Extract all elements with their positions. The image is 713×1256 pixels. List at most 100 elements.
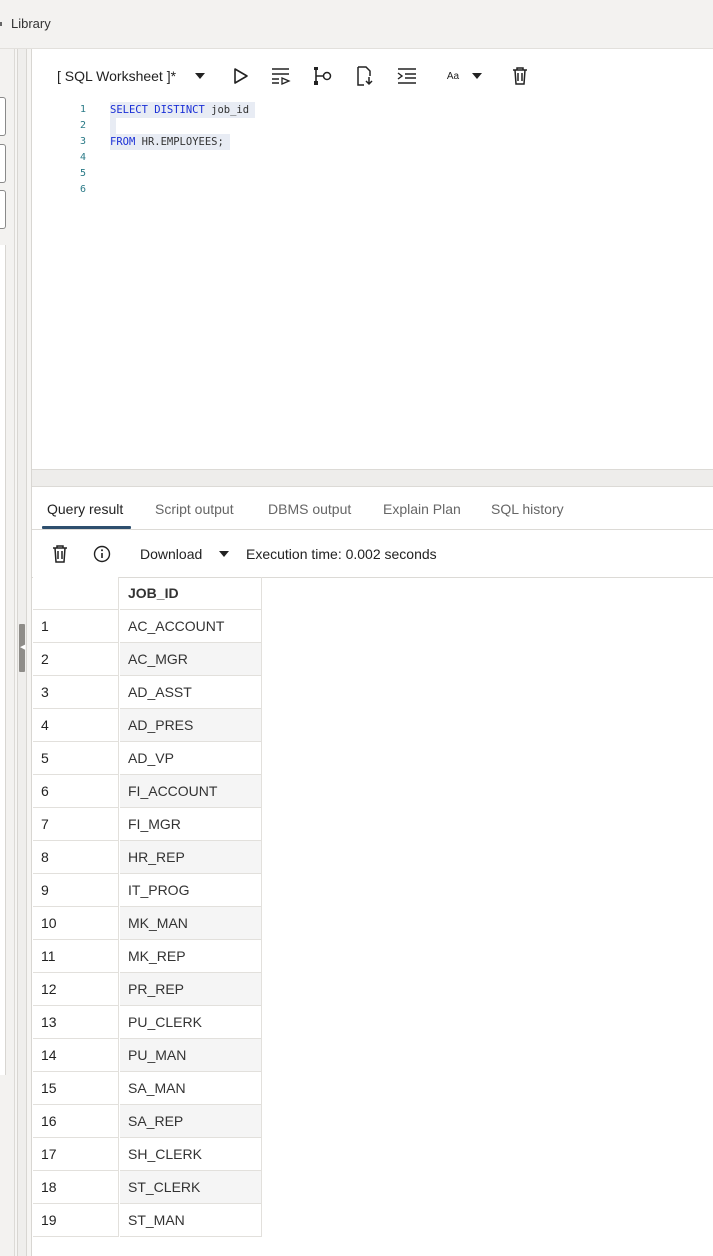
code-line-1: SELECT DISTINCT job_id — [110, 102, 256, 118]
navigator-field-2[interactable] — [0, 144, 6, 183]
column-header-job-id[interactable]: JOB_ID — [120, 577, 262, 610]
job-id-cell[interactable]: FI_MGR — [120, 808, 262, 841]
job-id-cell[interactable]: PR_REP — [120, 973, 262, 1006]
output-tabs: Query result Script output DBMS output E… — [32, 489, 713, 530]
tab-dbms-output[interactable]: DBMS output — [268, 501, 351, 517]
code-line-3: FROM HR.EMPLOYEES; — [110, 134, 230, 150]
line-number: 5 — [79, 168, 86, 179]
worksheet-main: [ SQL Worksheet ]* Aa 1 2 3 4 5 6 SELECT… — [31, 49, 713, 1256]
run-script-icon[interactable] — [270, 65, 292, 87]
line-number: 3 — [79, 136, 86, 147]
table-row[interactable]: 5 AD_VP — [33, 742, 262, 775]
dropdown-caret-icon[interactable] — [189, 65, 211, 87]
row-number: 14 — [33, 1039, 119, 1072]
line-number: 4 — [79, 152, 86, 163]
row-number: 11 — [33, 940, 119, 973]
horizontal-splitter[interactable] — [32, 469, 713, 487]
row-number: 19 — [33, 1204, 119, 1237]
table-row[interactable]: 3 AD_ASST — [33, 676, 262, 709]
vertical-splitter[interactable]: ◀ — [17, 49, 27, 1256]
job-id-cell[interactable]: SA_REP — [120, 1105, 262, 1138]
job-id-cell[interactable]: FI_ACCOUNT — [120, 775, 262, 808]
table-row[interactable]: 6 FI_ACCOUNT — [33, 775, 262, 808]
job-id-cell[interactable]: AD_ASST — [120, 676, 262, 709]
download-button[interactable]: Download — [140, 546, 202, 562]
row-number: 10 — [33, 907, 119, 940]
table-row[interactable]: 9 IT_PROG — [33, 874, 262, 907]
breadcrumb-separator — [0, 22, 2, 26]
job-id-cell[interactable]: AD_PRES — [120, 709, 262, 742]
download-dropdown-icon[interactable] — [213, 543, 235, 565]
job-id-cell[interactable]: AD_VP — [120, 742, 262, 775]
job-id-cell[interactable]: SA_MAN — [120, 1072, 262, 1105]
job-id-cell[interactable]: PU_MAN — [120, 1039, 262, 1072]
chevron-left-icon: ◀ — [20, 644, 26, 651]
tab-script-output[interactable]: Script output — [155, 501, 234, 517]
tab-query-result[interactable]: Query result — [47, 501, 123, 517]
row-number: 18 — [33, 1171, 119, 1204]
tab-explain-plan[interactable]: Explain Plan — [383, 501, 461, 517]
row-number-header — [33, 577, 119, 610]
table-row[interactable]: 12 PR_REP — [33, 973, 262, 1006]
table-row[interactable]: 19 ST_MAN — [33, 1204, 262, 1237]
job-id-cell[interactable]: SH_CLERK — [120, 1138, 262, 1171]
table-row[interactable]: 11 MK_REP — [33, 940, 262, 973]
navigator-list[interactable] — [0, 245, 6, 1075]
table-row[interactable]: 14 PU_MAN — [33, 1039, 262, 1072]
info-icon[interactable] — [91, 543, 113, 565]
table-row[interactable]: 10 MK_MAN — [33, 907, 262, 940]
job-id-cell[interactable]: ST_MAN — [120, 1204, 262, 1237]
row-number: 8 — [33, 841, 119, 874]
row-number: 3 — [33, 676, 119, 709]
navigator-field-3[interactable] — [0, 190, 6, 229]
navigator-field-1[interactable] — [0, 97, 6, 136]
clear-icon[interactable] — [509, 65, 531, 87]
table-row[interactable]: 16 SA_REP — [33, 1105, 262, 1138]
active-tab-indicator — [42, 526, 131, 529]
table-row[interactable]: 8 HR_REP — [33, 841, 262, 874]
table-row[interactable]: 13 PU_CLERK — [33, 1006, 262, 1039]
library-link[interactable]: Library — [11, 16, 51, 31]
row-number: 7 — [33, 808, 119, 841]
row-number: 9 — [33, 874, 119, 907]
run-statement-icon[interactable] — [230, 65, 252, 87]
delete-icon[interactable] — [49, 543, 71, 565]
job-id-cell[interactable]: MK_REP — [120, 940, 262, 973]
collapse-handle[interactable]: ◀ — [19, 624, 25, 672]
job-id-cell[interactable]: IT_PROG — [120, 874, 262, 907]
top-bar: Library — [0, 0, 713, 49]
table-header-row: JOB_ID — [33, 577, 262, 610]
result-toolbar: Download Execution time: 0.002 seconds — [32, 531, 713, 578]
sql-text: HR.EMPLOYEES; — [135, 136, 224, 148]
job-id-cell[interactable]: AC_ACCOUNT — [120, 610, 262, 643]
export-icon[interactable] — [354, 65, 376, 87]
job-id-cell[interactable]: ST_CLERK — [120, 1171, 262, 1204]
job-id-cell[interactable]: AC_MGR — [120, 643, 262, 676]
job-id-cell[interactable]: HR_REP — [120, 841, 262, 874]
job-id-cell[interactable]: PU_CLERK — [120, 1006, 262, 1039]
row-number: 15 — [33, 1072, 119, 1105]
table-row[interactable]: 15 SA_MAN — [33, 1072, 262, 1105]
left-navigator-panel — [0, 49, 15, 1256]
format-icon[interactable] — [396, 65, 418, 87]
table-row[interactable]: 1 AC_ACCOUNT — [33, 610, 262, 643]
table-row[interactable]: 17 SH_CLERK — [33, 1138, 262, 1171]
table-row[interactable]: 18 ST_CLERK — [33, 1171, 262, 1204]
font-size-dropdown-icon[interactable] — [466, 65, 488, 87]
row-number: 1 — [33, 610, 119, 643]
worksheet-title[interactable]: [ SQL Worksheet ]* — [57, 68, 176, 84]
font-size-icon[interactable]: Aa — [440, 65, 466, 87]
table-row[interactable]: 4 AD_PRES — [33, 709, 262, 742]
row-number: 2 — [33, 643, 119, 676]
tab-sql-history[interactable]: SQL history — [491, 501, 564, 517]
job-id-cell[interactable]: MK_MAN — [120, 907, 262, 940]
sql-keyword: FROM — [110, 136, 136, 148]
sql-text: job_id — [204, 104, 250, 116]
table-row[interactable]: 2 AC_MGR — [33, 643, 262, 676]
code-editor[interactable]: 1 2 3 4 5 6 SELECT DISTINCT job_id FROM … — [32, 101, 713, 517]
line-number: 1 — [79, 104, 86, 115]
explain-plan-icon[interactable] — [312, 65, 334, 87]
line-number: 2 — [79, 120, 86, 131]
row-number: 17 — [33, 1138, 119, 1171]
table-row[interactable]: 7 FI_MGR — [33, 808, 262, 841]
